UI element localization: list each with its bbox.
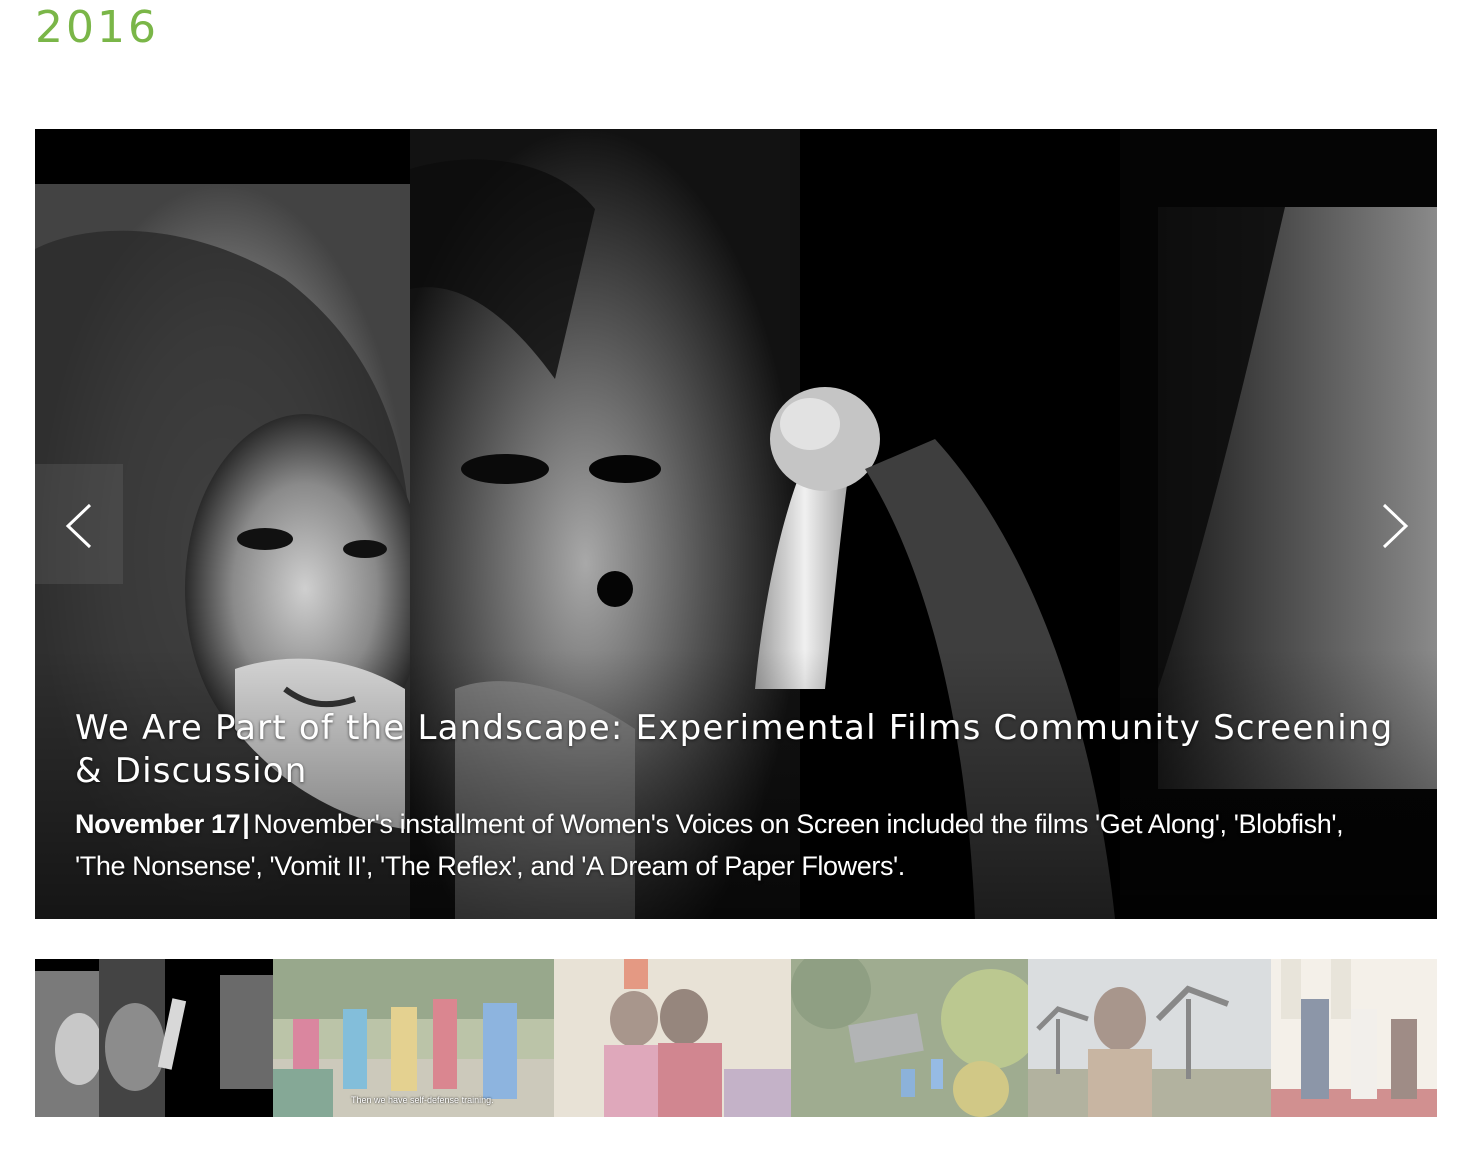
slide-date: November 17 <box>75 809 241 839</box>
slide-description-block: November 17| November's installment of Wo… <box>75 803 1397 887</box>
slideshow[interactable]: We Are Part of the Landscape: Experiment… <box>35 129 1437 919</box>
thumbnail-1[interactable] <box>35 959 273 1117</box>
page: 2016 We Are Part of the Landscape: Exper… <box>0 0 1464 1176</box>
slide-date-separator: | <box>242 809 250 839</box>
slide-description: November's installment of Women's Voices… <box>75 809 1344 881</box>
previous-slide-button[interactable] <box>35 464 123 584</box>
thumbnail-image <box>35 959 273 1117</box>
thumbnail-2[interactable]: Then we have self-defense training. <box>273 959 554 1117</box>
next-slide-button[interactable] <box>1349 464 1437 584</box>
year-heading: 2016 <box>35 2 159 53</box>
thumbnail-6[interactable] <box>1271 959 1437 1117</box>
thumbnail-strip: Then we have self-defense training. <box>35 959 1437 1117</box>
thumbnail-5[interactable] <box>1028 959 1271 1117</box>
thumbnail-4[interactable] <box>791 959 1028 1117</box>
thumbnail-3[interactable] <box>554 959 791 1117</box>
chevron-right-icon <box>1382 503 1409 549</box>
thumbnail-subtitle: Then we have self-defense training. <box>351 1095 494 1105</box>
slide-title[interactable]: We Are Part of the Landscape: Experiment… <box>75 707 1397 793</box>
slide-caption: We Are Part of the Landscape: Experiment… <box>75 707 1397 887</box>
chevron-left-icon <box>65 503 92 549</box>
